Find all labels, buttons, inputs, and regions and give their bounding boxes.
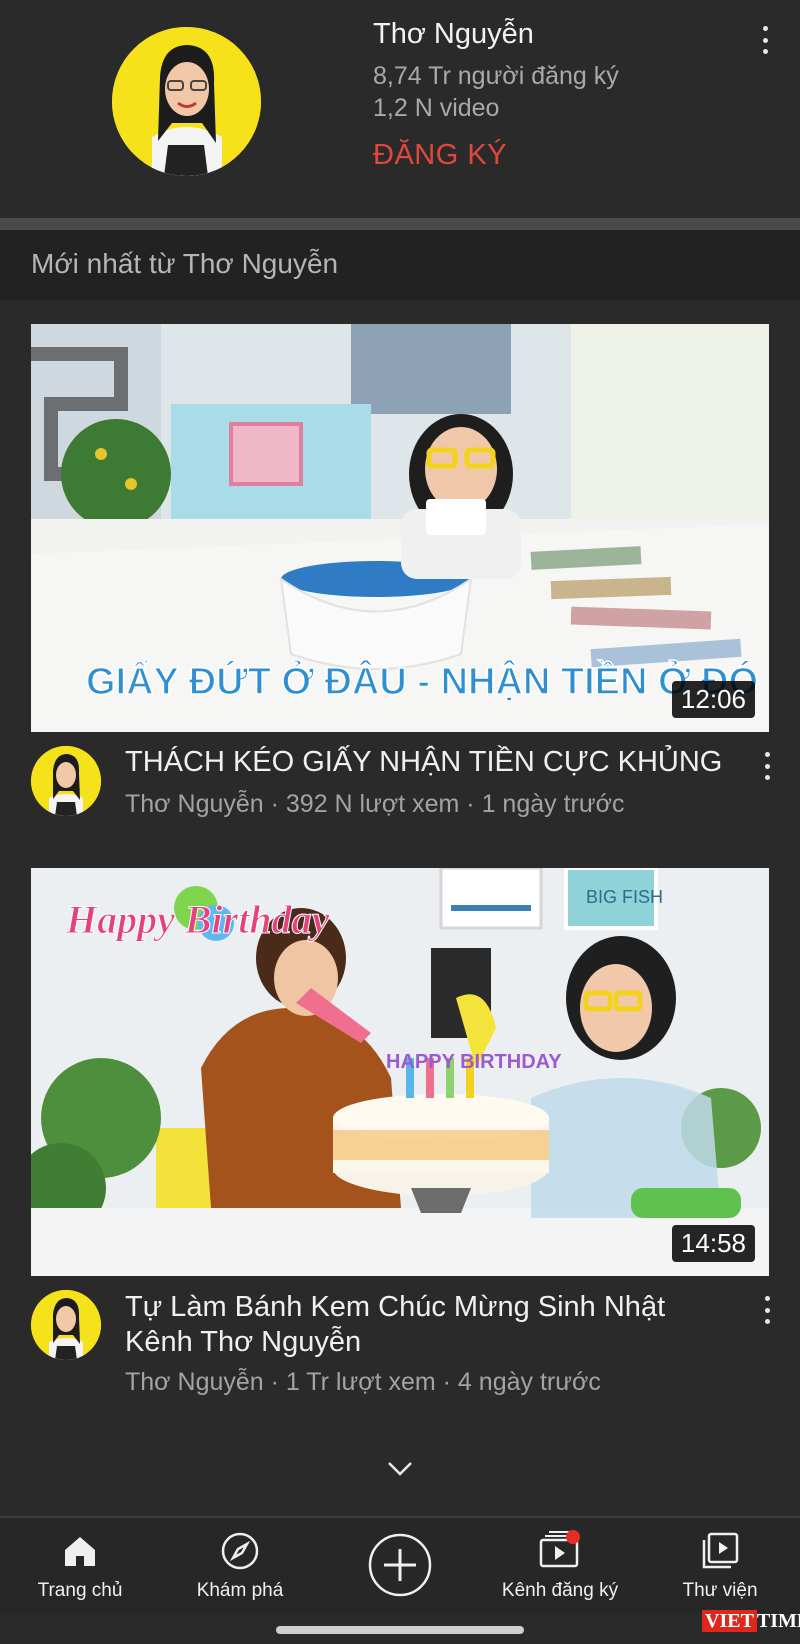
video-thumbnail[interactable]: BIG FISH HAPPY BIRTHDAY Happy Birthday 1…	[31, 868, 769, 1276]
section-title: Mới nhất từ Thơ Nguyễn	[31, 248, 339, 279]
video-meta: Thơ Nguyễn · 392 N lượt xem · 1 ngày trư…	[125, 790, 625, 818]
nav-library[interactable]: Thư viện	[640, 1518, 800, 1614]
thumbnail-caption: Happy Birthday	[65, 897, 330, 942]
subscribe-button[interactable]: ĐĂNG KÝ	[373, 139, 507, 172]
nav-subscriptions[interactable]: Kênh đăng ký	[480, 1518, 640, 1614]
gesture-bar[interactable]	[276, 1626, 524, 1634]
channel-avatar-small[interactable]	[31, 1290, 101, 1360]
section-divider	[0, 218, 800, 230]
video-duration: 12:06	[671, 681, 755, 718]
cake-topper: HAPPY BIRTHDAY	[386, 1051, 562, 1073]
subscriber-count: 8,74 Tr người đăng ký	[373, 62, 619, 90]
nav-create[interactable]	[320, 1518, 480, 1614]
channel-avatar[interactable]	[112, 27, 261, 176]
more-vert-icon[interactable]	[755, 24, 775, 56]
nav-subscriptions-label: Kênh đăng ký	[501, 1580, 619, 1601]
nav-explore-label: Khám phá	[196, 1580, 284, 1601]
viettimes-watermark: VIETTIMES	[702, 1610, 800, 1633]
add-circle-icon	[368, 1533, 432, 1597]
library-icon	[702, 1532, 739, 1569]
nav-home[interactable]: Trang chủ	[0, 1518, 160, 1614]
video-title[interactable]: Tự Làm Bánh Kem Chúc Mừng Sinh Nhật Kênh…	[125, 1290, 725, 1360]
nav-home-label: Trang chủ	[37, 1580, 123, 1601]
wall-sign-text: BIG FISH	[586, 887, 663, 907]
watermark-brand-b: TIMES	[756, 1610, 800, 1632]
chevron-down-icon[interactable]	[384, 1452, 416, 1484]
subscriptions-icon	[539, 1530, 580, 1568]
video-meta: Thơ Nguyễn · 1 Tr lượt xem · 4 ngày trướ…	[125, 1368, 601, 1396]
channel-header: Thơ Nguyễn 8,74 Tr người đăng ký 1,2 N v…	[0, 0, 800, 218]
more-vert-icon[interactable]	[757, 1294, 777, 1326]
nav-library-label: Thư viện	[682, 1580, 758, 1601]
video-thumbnail[interactable]: GIẤY ĐỨT Ở ĐÂU - NHẬN TIỀN Ở ĐÓ 12:06	[31, 324, 769, 732]
thumbnail-caption: GIẤY ĐỨT Ở ĐÂU - NHẬN TIỀN Ở ĐÓ	[86, 659, 758, 703]
compass-icon	[221, 1532, 259, 1570]
section-header: Mới nhất từ Thơ Nguyễn	[0, 230, 800, 300]
nav-explore[interactable]: Khám phá	[160, 1518, 320, 1614]
watermark-brand-a: VIET	[702, 1610, 757, 1632]
home-icon	[65, 1537, 95, 1566]
bottom-navigation: Trang chủ Khám phá Kênh đăng ký Thư viện	[0, 1516, 800, 1614]
channel-avatar-small[interactable]	[31, 746, 101, 816]
video-title[interactable]: THÁCH KÉO GIẤY NHẬN TIỀN CỰC KHỦNG	[125, 745, 725, 780]
video-duration: 14:58	[671, 1225, 755, 1262]
video-count: 1,2 N video	[373, 94, 500, 122]
more-vert-icon[interactable]	[757, 750, 777, 782]
channel-name: Thơ Nguyễn	[373, 18, 534, 50]
